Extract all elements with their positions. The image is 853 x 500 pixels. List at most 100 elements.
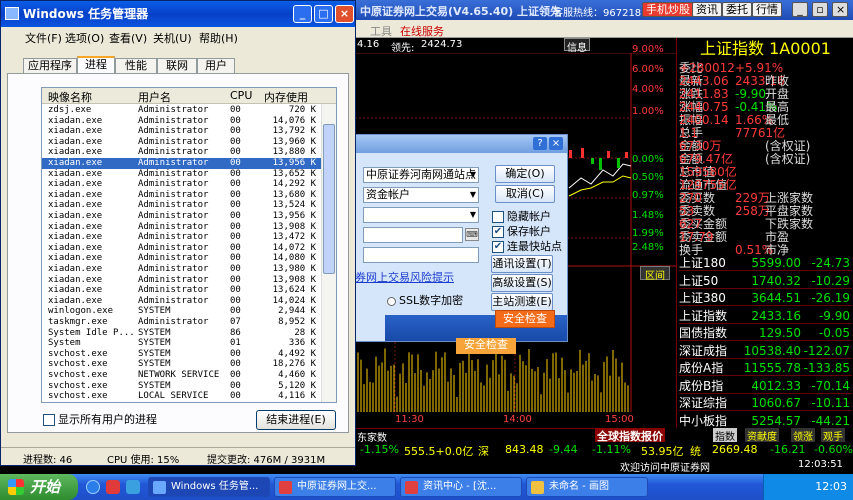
speed-test-button[interactable]: 主站测速(E) [491, 293, 553, 311]
cancel-button[interactable]: 取消(C) [495, 185, 555, 203]
index-row[interactable]: 成份B指 4012.33 -70.14 [679, 379, 852, 394]
table-row[interactable]: xiadan.exe Administrator 00 13,960 K [42, 137, 322, 148]
table-row[interactable]: xiadan.exe Administrator 00 13,652 K [42, 169, 322, 180]
table-row[interactable]: taskmgr.exe Administrator 07 8,952 K [42, 317, 322, 328]
region-button[interactable]: 区间 [640, 266, 670, 282]
safety-check-button[interactable]: 安全检查 [495, 310, 555, 328]
table-row[interactable]: System SYSTEM 01 336 K [42, 338, 322, 349]
quote-button[interactable]: 行情 [752, 2, 782, 17]
ok-button[interactable]: 确定(O) [495, 165, 555, 183]
menu-item[interactable]: 帮助(H) [199, 30, 238, 46]
ssl-radio[interactable]: SSL数字加密 [387, 292, 463, 308]
table-row[interactable]: xiadan.exe Administrator 00 14,080 K [42, 253, 322, 264]
info-tab[interactable]: 信息 [564, 38, 590, 54]
account-select[interactable]: ▼ [363, 207, 479, 223]
table-row[interactable]: xiadan.exe Administrator 00 13,980 K [42, 264, 322, 275]
index-row[interactable]: 上证180 5599.00 -24.73 [679, 256, 852, 271]
leaders-tab[interactable]: 领涨 [791, 428, 815, 443]
table-row[interactable]: xiadan.exe Administrator 00 14,024 K [42, 296, 322, 307]
table-row[interactable]: xiadan.exe Administrator 00 13,956 K [42, 211, 322, 222]
table-row[interactable]: xiadan.exe Administrator 00 13,908 K [42, 275, 322, 286]
table-row[interactable]: xiadan.exe Administrator 00 13,880 K [42, 147, 322, 158]
fastest-site-checkbox[interactable]: ✔ 连最快站点 [492, 238, 562, 254]
table-row[interactable]: xiadan.exe Administrator 00 13,624 K [42, 285, 322, 296]
turnover-tab[interactable]: 观手 [821, 428, 845, 443]
column-memory[interactable]: 内存使用 [264, 89, 308, 105]
index-row[interactable]: 中小板指 5254.57 -44.21 [679, 414, 852, 429]
tab-processes[interactable]: 进程 [77, 56, 115, 74]
table-row[interactable]: zdsj.exe Administrator 00 720 K [42, 105, 322, 116]
help-icon[interactable]: ? [533, 137, 547, 150]
news-button[interactable]: 资讯 [692, 2, 722, 17]
quicklaunch-icon[interactable] [126, 480, 140, 494]
column-user[interactable]: 用户名 [138, 89, 171, 105]
server-select[interactable]: 中原证券河南网通站点 ▼ [363, 167, 479, 183]
table-row[interactable]: svchost.exe LOCAL SERVICE 00 4,116 K [42, 391, 322, 402]
order-button[interactable]: 委托 [722, 2, 752, 17]
table-row[interactable]: System Idle P... SYSTEM 86 28 K [42, 328, 322, 339]
account-type-select[interactable]: 资金帐户 ▼ [363, 187, 479, 203]
index-tab[interactable]: 指数 [713, 428, 737, 443]
minimize-icon[interactable]: _ [792, 2, 808, 17]
restore-icon[interactable]: ▫ [812, 2, 828, 17]
table-row[interactable]: svchost.exe NETWORK SERVICE 00 4,460 K [42, 370, 322, 381]
index-row[interactable]: 上证380 3644.51 -26.19 [679, 291, 852, 306]
column-image-name[interactable]: 映像名称 [48, 89, 92, 105]
risk-notice-link[interactable]: 券网上交易风险提示 [355, 269, 454, 285]
process-list-scrollbar[interactable] [321, 104, 336, 402]
clock[interactable]: 12:03 [815, 480, 847, 493]
contribution-tab[interactable]: 资献度 [745, 428, 779, 443]
show-all-users-checkbox[interactable]: 显示所有用户的进程 [43, 411, 157, 427]
advanced-settings-button[interactable]: 高级设置(S) [491, 274, 553, 292]
taskbar-item-trading[interactable]: 中原证券网上交... [274, 477, 396, 497]
tab-networking[interactable]: 联网 [157, 58, 197, 73]
menu-online-service[interactable]: 在线服务 [400, 23, 444, 39]
keyboard-icon[interactable]: ⌨ [465, 228, 479, 241]
app-quicklaunch-icon[interactable] [106, 480, 120, 494]
table-row[interactable]: xiadan.exe Administrator 00 14,292 K [42, 179, 322, 190]
tab-performance[interactable]: 性能 [115, 58, 157, 73]
password-input[interactable] [363, 227, 463, 243]
scrollbar-thumb[interactable] [323, 124, 335, 274]
index-row[interactable]: 深证综指 1060.67 -10.11 [679, 396, 852, 411]
menu-tools[interactable]: 工具 [370, 23, 392, 39]
minimize-icon[interactable]: _ [293, 5, 312, 23]
close-icon[interactable]: × [832, 2, 848, 17]
taskbar-item-paint[interactable]: 未命名 - 画图 [526, 477, 648, 497]
table-row[interactable]: xiadan.exe Administrator 00 13,472 K [42, 232, 322, 243]
tab-applications[interactable]: 应用程序 [23, 58, 77, 73]
save-account-checkbox[interactable]: ✔ 保存帐户 [492, 223, 551, 239]
close-icon[interactable]: × [335, 5, 354, 23]
end-process-button[interactable]: 结束进程(E) [256, 410, 336, 430]
table-row[interactable]: xiadan.exe Administrator 00 13,792 K [42, 126, 322, 137]
table-row[interactable]: xiadan.exe Administrator 00 13,524 K [42, 200, 322, 211]
taskbar-item-news[interactable]: 资讯中心 - [沈... [400, 477, 522, 497]
table-row[interactable]: xiadan.exe Administrator 00 14,072 K [42, 243, 322, 254]
column-cpu[interactable]: CPU [230, 89, 252, 102]
ie-icon[interactable] [86, 480, 100, 494]
table-row[interactable]: xiadan.exe Administrator 00 13,956 K [42, 158, 322, 169]
index-row[interactable]: 国债指数 129.50 -0.05 [679, 326, 852, 341]
comm-settings-button[interactable]: 通讯设置(T) [491, 255, 553, 273]
menu-item[interactable]: 关机(U) [153, 30, 192, 46]
table-row[interactable]: svchost.exe SYSTEM 00 18,276 K [42, 359, 322, 370]
table-row[interactable]: winlogon.exe SYSTEM 00 2,944 K [42, 306, 322, 317]
table-row[interactable]: xiadan.exe Administrator 00 13,908 K [42, 222, 322, 233]
hide-account-checkbox[interactable]: 隐藏帐户 [492, 208, 551, 224]
index-row[interactable]: 上证50 1740.32 -10.29 [679, 274, 852, 289]
table-row[interactable]: svchost.exe SYSTEM 00 4,492 K [42, 349, 322, 360]
verify-code-input[interactable] [363, 247, 479, 263]
menu-item[interactable]: 选项(O) [65, 30, 104, 46]
index-row[interactable]: 深证成指 10538.40 -122.07 [679, 344, 852, 359]
taskbar-item-taskmanager[interactable]: Windows 任务管... [148, 477, 270, 497]
start-button[interactable]: 开始 [0, 474, 78, 500]
index-row[interactable]: 成份A指 11555.78 -133.85 [679, 361, 852, 376]
safety-check-button-secondary[interactable]: 安全检查 [456, 338, 516, 354]
menu-item[interactable]: 查看(V) [109, 30, 147, 46]
maximize-icon[interactable]: □ [314, 5, 333, 23]
mobile-trade-button[interactable]: 手机炒股 [642, 2, 694, 17]
index-row[interactable]: 上证指数 2433.16 -9.90 [679, 309, 852, 324]
process-list[interactable]: 映像名称 用户名 CPU 内存使用 zdsj.exe Administrator 0… [41, 87, 337, 403]
close-icon[interactable]: × [549, 137, 563, 150]
menu-item[interactable]: 文件(F) [25, 30, 62, 46]
